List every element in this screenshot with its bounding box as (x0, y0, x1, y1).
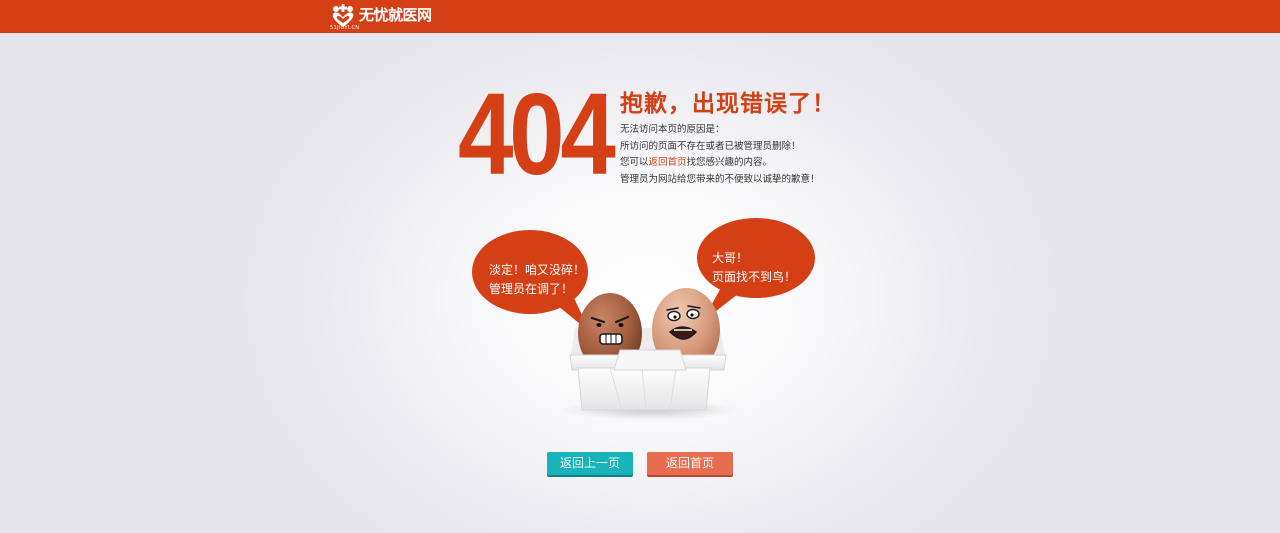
right-bubble-line-2: 页面找不到鸟！ (712, 270, 797, 284)
eggs-carton-illustration (472, 218, 815, 420)
go-back-button[interactable]: 返回上一页 (547, 452, 633, 475)
left-bubble-line-2: 管理员在调了！ (489, 282, 574, 296)
left-bubble-text: 淡定！咱又没碎！ 管理员在调了！ (489, 261, 585, 299)
reason-heading: 无法访问本页的原因是： (620, 124, 725, 135)
left-bubble-line-1: 淡定！咱又没碎！ (489, 263, 586, 277)
site-logo[interactable]: 无忧就医网 51JIUYI.CN (329, 0, 439, 33)
brand-name: 无忧就医网 (359, 6, 432, 24)
right-bubble-line-1: 大哥！ (712, 251, 749, 265)
error-reasons: 无法访问本页的原因是： 所访问的页面不存在或者已被管理员删除！ 您可以返回首页找… (620, 122, 820, 188)
reason-line-2-prefix: 您可以 (620, 157, 649, 168)
reason-line-2-suffix: 找您感兴趣的内容。 (686, 157, 773, 168)
go-home-button[interactable]: 返回首页 (647, 452, 733, 475)
home-link[interactable]: 返回首页 (649, 157, 687, 168)
brand-domain: 51JIUYI.CN (330, 25, 360, 31)
error-code: 404 (458, 69, 616, 199)
egg-carton (569, 349, 727, 411)
right-bubble-text: 大哥！ 页面找不到鸟！ (712, 249, 796, 287)
error-title: 抱歉，出现错误了！ (620, 91, 836, 117)
eggs-illustration: 淡定！咱又没碎！ 管理员在调了！ 大哥！ 页面找不到鸟！ (470, 210, 830, 430)
top-bar: 无忧就医网 51JIUYI.CN (0, 0, 1280, 33)
reason-line-1: 所访问的页面不存在或者已被管理员删除！ (620, 140, 801, 152)
reason-line-2: 您可以返回首页找您感兴趣的内容。 (620, 155, 820, 172)
reason-line-3: 管理员为网站给您带来的不便致以诚挚的歉意！ (620, 173, 820, 185)
